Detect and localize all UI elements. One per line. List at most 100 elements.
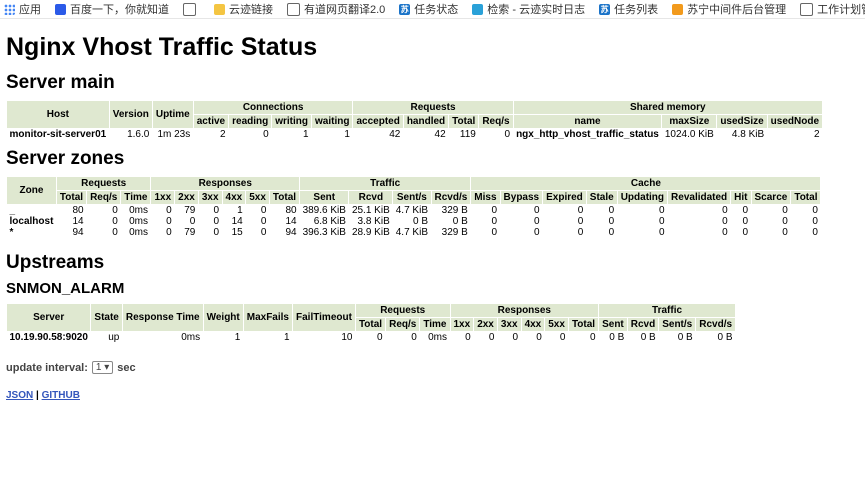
- paw-icon: [55, 3, 66, 15]
- bookmark-page[interactable]: [183, 2, 200, 16]
- col-usednode: usedNode: [766, 114, 824, 129]
- col-header: Rcvd: [348, 190, 394, 205]
- col-header: Total: [268, 190, 301, 205]
- cell: 0: [812, 216, 818, 227]
- footer-links: JSON | GITHUB: [6, 390, 859, 401]
- col-header: Sent: [598, 317, 628, 332]
- update-interval-label: update interval:: [6, 361, 88, 374]
- cell: 0ms: [181, 332, 201, 343]
- col-failtimeout: FailTimeout: [292, 303, 356, 332]
- cell: 0: [742, 216, 749, 227]
- col-name: name: [512, 114, 663, 129]
- bookmark-work-plan[interactable]: 工作计划管理平台: [800, 1, 865, 17]
- cell: 0ms: [129, 205, 148, 216]
- cell: _: [9, 205, 16, 216]
- cell: 0: [742, 227, 749, 238]
- col-uptime: Uptime: [151, 100, 194, 129]
- cell: 0: [260, 227, 267, 238]
- bookmark-label: 百度一下，你就知道: [70, 4, 169, 16]
- cell: 396.3 KiB: [302, 227, 346, 238]
- cell: 0: [577, 205, 584, 216]
- update-interval-select[interactable]: 1 ▾: [91, 361, 114, 374]
- table-row: 10.19.90.58:9020 up 0ms 1 1 10 0 0 0ms 0 0 0 0 0 0 0 B 0…: [7, 332, 736, 344]
- col-header: Sent/s: [658, 317, 697, 332]
- group-traffic: Traffic: [598, 303, 737, 318]
- bookmark-task-status[interactable]: 苏任务状态: [399, 1, 458, 17]
- col-version: Version: [108, 100, 153, 129]
- cell: 0: [534, 205, 540, 216]
- page-content: Nginx Vhost Traffic Status Server main H…: [0, 33, 865, 401]
- page-title: Nginx Vhost Traffic Status: [6, 33, 318, 61]
- cell: 6.8 KiB: [313, 216, 346, 227]
- bookmark-label: 有道网页翻译2.0: [304, 4, 386, 16]
- cell: 80: [72, 205, 84, 216]
- bookmark-baidu[interactable]: 百度一下，你就知道: [55, 1, 169, 17]
- col-header: Total: [354, 317, 387, 332]
- col-accepted: accepted: [352, 114, 404, 129]
- col-header: Expired: [542, 190, 587, 205]
- col-header: Sent: [299, 190, 350, 205]
- chevron-down-icon: ▾: [104, 362, 110, 373]
- github-link[interactable]: GITHUB: [42, 390, 80, 401]
- col-header: Revalidated: [667, 190, 732, 205]
- cell: 1m 23s: [157, 129, 191, 140]
- server-zones-table: Zone Requests Responses Traffic Cache To…: [6, 176, 822, 238]
- bookmark-label: 苏宁中间件后台管理: [687, 4, 787, 16]
- col-header: 3xx: [197, 190, 223, 205]
- section-heading-upstreams: Upstreams: [6, 252, 105, 273]
- folder-icon: [214, 3, 225, 15]
- cell: 0: [534, 216, 540, 227]
- cell: 0: [260, 205, 267, 216]
- bookmark-youdao[interactable]: 有道网页翻译2.0: [287, 1, 385, 17]
- table-row: * 94 0 0ms 0 79 0 15 0 94 396.3 KiB 28.9 KiB 4.7 KiB…: [7, 227, 821, 238]
- page-icon: [800, 2, 814, 16]
- su-icon: 苏: [399, 3, 411, 15]
- bookmark-folder[interactable]: 云迹链接: [214, 1, 273, 17]
- group-shared-memory: Shared memory: [512, 100, 824, 115]
- cell: 329 B: [441, 205, 468, 216]
- bookmark-label: 检索 - 云迹实时日志: [487, 4, 586, 16]
- cell: 0: [263, 129, 269, 140]
- cell: 329 B: [441, 227, 468, 238]
- col-header: Hit: [730, 190, 752, 205]
- col-header: Req/s: [385, 317, 421, 332]
- col-state: State: [90, 303, 123, 332]
- cell: 28.9 KiB: [351, 227, 390, 238]
- bookmark-label: 应用: [19, 4, 41, 16]
- cell: 0ms: [129, 227, 148, 238]
- bookmark-task-list[interactable]: 苏任务列表: [599, 1, 658, 17]
- col-header: Time: [120, 190, 152, 205]
- col-header: Total: [567, 317, 600, 332]
- cell: 0: [722, 227, 728, 238]
- cell: 14: [285, 216, 297, 227]
- cell: 0: [608, 216, 615, 227]
- cell: monitor-sit-server01: [9, 129, 107, 140]
- cell: 0: [590, 332, 596, 343]
- col-server: Server: [5, 303, 92, 332]
- cell: 0: [112, 216, 118, 227]
- col-handled: handled: [402, 114, 450, 129]
- col-writing: writing: [271, 114, 313, 129]
- cell: 0: [260, 216, 267, 227]
- cell: 1: [234, 332, 241, 343]
- bookmark-label: 任务列表: [614, 4, 659, 16]
- col-reqs: Req/s: [478, 114, 514, 129]
- cell: 0: [577, 216, 584, 227]
- bookmark-search-log[interactable]: 检索 - 云迹实时日志: [472, 1, 585, 17]
- cell: 79: [184, 227, 196, 238]
- col-header: Scarce: [750, 190, 792, 205]
- cell: 389.6 KiB: [302, 205, 346, 216]
- bookmark-apps[interactable]: 应用: [4, 1, 41, 17]
- cell: 0: [812, 205, 818, 216]
- cell: 10.19.90.58:9020: [9, 332, 88, 343]
- cell: 0: [782, 216, 788, 227]
- cell: 0: [812, 227, 818, 238]
- cell: 0: [166, 227, 172, 238]
- cell: *: [9, 227, 14, 238]
- json-link[interactable]: JSON: [6, 390, 33, 401]
- col-header: 5xx: [245, 190, 270, 205]
- cell: 2: [220, 129, 226, 140]
- group-requests: Requests: [352, 100, 514, 115]
- table-row: localhost 14 0 0ms 0 0 0 14 0 14 6.8 KiB 3.8 KiB 0 B…: [7, 216, 821, 227]
- bookmark-middleware[interactable]: 苏宁中间件后台管理: [672, 1, 786, 17]
